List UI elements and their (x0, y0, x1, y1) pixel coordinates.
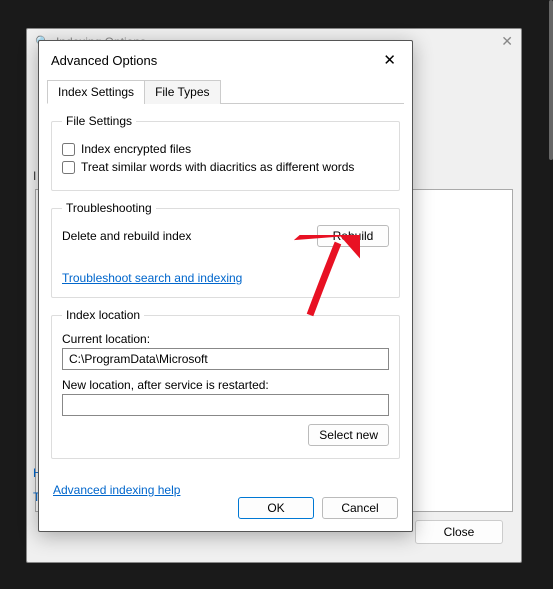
file-settings-legend: File Settings (62, 114, 136, 128)
index-location-group: Index location Current location: New loc… (51, 308, 400, 459)
rebuild-button[interactable]: Rebuild (317, 225, 389, 247)
current-location-label: Current location: (62, 332, 389, 346)
troubleshooting-group: Troubleshooting Delete and rebuild index… (51, 201, 400, 298)
encrypted-row[interactable]: Index encrypted files (62, 142, 389, 156)
advanced-help-link[interactable]: Advanced indexing help (53, 483, 180, 497)
diacritics-label: Treat similar words with diacritics as d… (81, 160, 354, 174)
parent-close-icon[interactable]: ✕ (501, 33, 513, 50)
scrollbar[interactable] (549, 0, 553, 160)
current-location-input[interactable] (62, 348, 389, 370)
index-location-legend: Index location (62, 308, 144, 322)
file-settings-group: File Settings Index encrypted files Trea… (51, 114, 400, 191)
included-label: I (33, 169, 36, 183)
troubleshoot-link[interactable]: Troubleshoot search and indexing (62, 271, 242, 285)
select-new-button[interactable]: Select new (308, 424, 389, 446)
diacritics-checkbox[interactable] (62, 161, 75, 174)
close-button[interactable]: Close (415, 520, 503, 544)
delete-rebuild-label: Delete and rebuild index (62, 229, 191, 243)
cancel-button[interactable]: Cancel (322, 497, 398, 519)
close-icon[interactable]: ✕ (377, 49, 402, 71)
tab-index-settings[interactable]: Index Settings (47, 80, 145, 104)
encrypted-checkbox[interactable] (62, 143, 75, 156)
new-location-label: New location, after service is restarted… (62, 378, 389, 392)
dialog-title: Advanced Options (51, 53, 157, 68)
tab-file-types[interactable]: File Types (144, 80, 220, 104)
troubleshooting-legend: Troubleshooting (62, 201, 156, 215)
new-location-input[interactable] (62, 394, 389, 416)
ok-button[interactable]: OK (238, 497, 314, 519)
diacritics-row[interactable]: Treat similar words with diacritics as d… (62, 160, 389, 174)
encrypted-label: Index encrypted files (81, 142, 191, 156)
tab-strip: Index Settings File Types (47, 79, 404, 104)
advanced-options-dialog: Advanced Options ✕ Index Settings File T… (38, 40, 413, 532)
tab-body: File Settings Index encrypted files Trea… (39, 104, 412, 477)
